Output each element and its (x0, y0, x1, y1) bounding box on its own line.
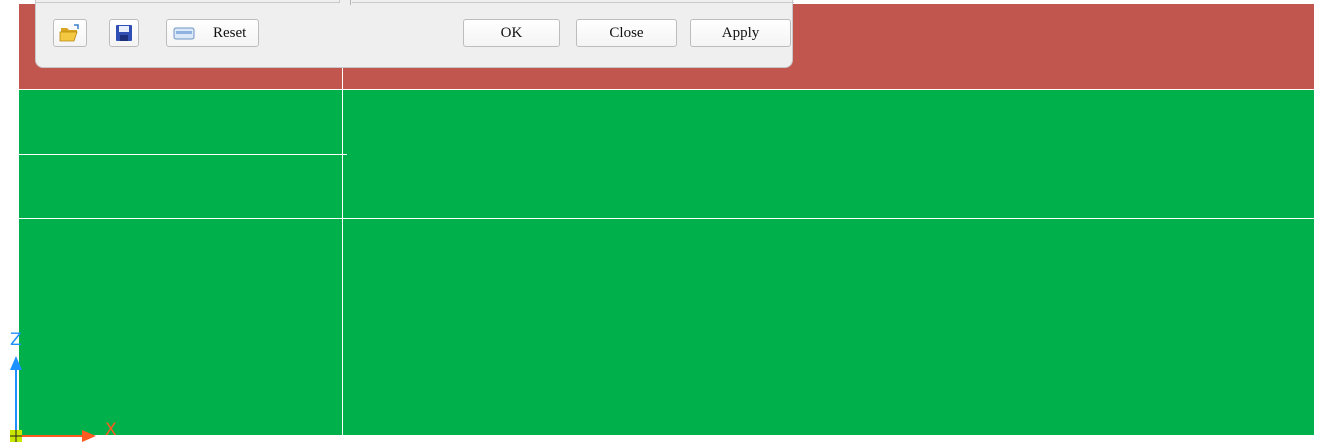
save-button[interactable] (109, 19, 139, 47)
grid-line (19, 89, 1314, 90)
reset-button[interactable]: Reset (166, 19, 259, 47)
green-region (19, 90, 1314, 435)
grid-line (342, 68, 343, 435)
dialog-divider (36, 0, 340, 3)
properties-dialog: Reset OK Close Apply (35, 0, 794, 68)
open-button[interactable] (53, 19, 87, 47)
folder-open-icon (59, 24, 79, 42)
floppy-save-icon (116, 25, 132, 41)
reset-label: Reset (213, 24, 247, 41)
apply-button[interactable]: Apply (690, 19, 791, 47)
z-axis-label: Z (10, 330, 22, 350)
z-axis-arrow (10, 356, 22, 370)
close-button[interactable]: Close (576, 19, 677, 47)
grid-line (19, 154, 347, 155)
dialog-divider (352, 0, 794, 3)
x-axis-arrow (82, 430, 96, 442)
reset-card-icon (173, 27, 195, 40)
x-axis-label: X (105, 420, 117, 440)
ok-button[interactable]: OK (463, 19, 560, 47)
grid-line (19, 218, 1314, 219)
